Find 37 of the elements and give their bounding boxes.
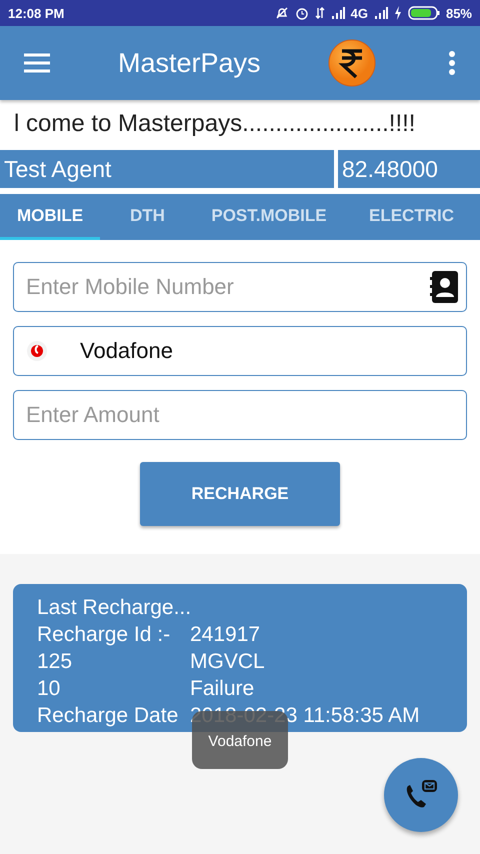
detail-value: MGVCL (190, 650, 266, 674)
detail-label: Recharge Id :- (37, 623, 172, 647)
app-title: MasterPays (118, 48, 262, 78)
agent-name: Test Agent (0, 150, 334, 188)
menu-icon[interactable] (24, 53, 50, 73)
detail-value: 241917 (190, 623, 262, 647)
detail-label: 10 (37, 677, 62, 701)
tab[interactable]: DTH (100, 194, 195, 240)
battery-icon (408, 6, 440, 20)
rupee-coin-icon[interactable] (328, 39, 376, 87)
signal-icon (374, 7, 388, 19)
more-options-icon[interactable] (448, 51, 456, 75)
data-arrows-icon (314, 6, 325, 20)
detail-value: Failure (190, 677, 256, 701)
clock-time: 12:08 PM (8, 6, 64, 20)
balance-amount: 82.48000 (338, 150, 480, 188)
contact-fab[interactable] (384, 758, 458, 832)
tab[interactable]: POST.MOBILE (195, 194, 343, 240)
alarm-icon (294, 6, 309, 20)
battery-percent: 85% (446, 6, 472, 20)
recharge-button[interactable]: RECHARGE (140, 462, 340, 526)
operator-logo-icon (26, 340, 48, 362)
tab[interactable]: ELECTRIC (343, 194, 480, 240)
amount-field[interactable]: Enter Amount (13, 390, 467, 440)
detail-label: Recharge Date (37, 704, 180, 728)
welcome-ticker: l come to Masterpays......................!!!! (14, 110, 416, 138)
contacts-icon[interactable] (430, 271, 458, 303)
detail-label: 125 (37, 650, 74, 674)
operator-dropdown[interactable]: Vodafone (13, 326, 467, 376)
bell-off-icon (274, 6, 289, 20)
mobile-number-field[interactable]: Enter Mobile Number (13, 262, 467, 312)
network-type: 4G (350, 6, 368, 20)
detail-value: 2018-02-23 11:58:35 AM (190, 704, 421, 728)
card-title: Last Recharge... (37, 596, 192, 620)
phone-message-icon (404, 780, 438, 810)
charging-icon (394, 6, 402, 20)
signal-icon (330, 7, 345, 19)
